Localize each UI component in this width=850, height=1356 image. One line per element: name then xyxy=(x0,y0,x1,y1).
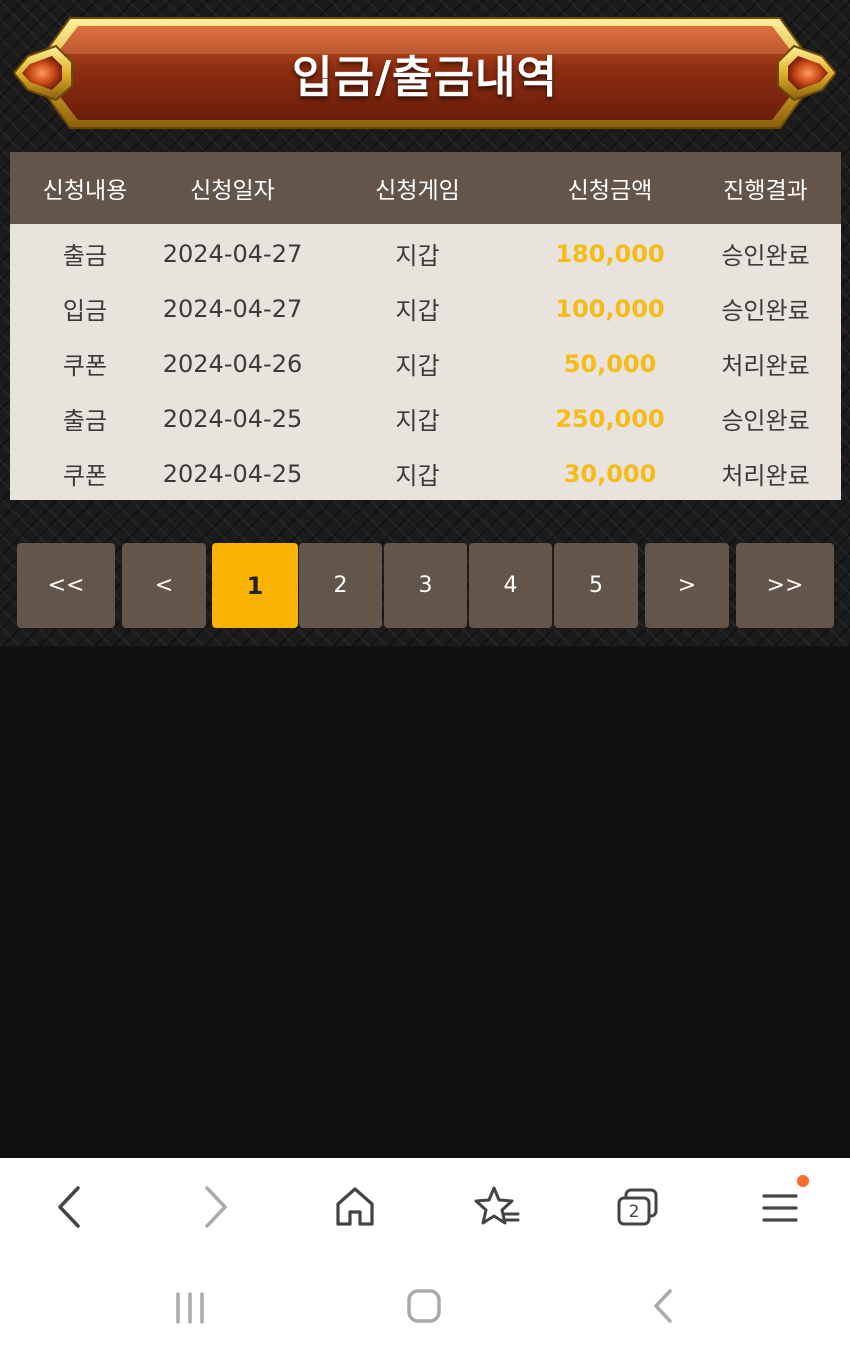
table-row: 쿠폰 2024-04-25 지갑 30,000 처리완료 xyxy=(10,446,841,501)
menu-icon[interactable] xyxy=(758,1188,802,1228)
next-page-button[interactable]: > xyxy=(645,543,729,628)
back-nav-icon[interactable] xyxy=(644,1286,684,1326)
header-amount: 신청금액 xyxy=(567,178,653,204)
cell-type: 출금 xyxy=(62,242,108,270)
header-type: 신청내용 xyxy=(42,178,128,204)
title-banner: 입금/출금내역 xyxy=(14,16,836,130)
header-status: 진행결과 xyxy=(723,178,808,204)
first-page-button[interactable]: << xyxy=(17,543,115,628)
page-button-2[interactable]: 2 xyxy=(299,543,382,628)
cell-amount: 30,000 xyxy=(563,459,657,488)
cell-game: 지갑 xyxy=(395,352,440,380)
tab-count: 2 xyxy=(628,1202,640,1222)
cell-status: 승인완료 xyxy=(721,297,810,325)
page-button-5[interactable]: 5 xyxy=(554,543,638,628)
cell-date: 2024-04-27 xyxy=(162,294,303,323)
cell-amount: 100,000 xyxy=(555,294,665,323)
cell-status: 처리완료 xyxy=(721,352,810,380)
bookmark-star-icon[interactable] xyxy=(472,1184,522,1230)
cell-date: 2024-04-25 xyxy=(162,404,303,433)
recent-apps-icon[interactable] xyxy=(170,1288,210,1328)
cell-date: 2024-04-26 xyxy=(162,349,303,378)
table-body: 출금 2024-04-27 지갑 180,000 승인완료 입금 2024-04… xyxy=(10,224,841,500)
notification-dot xyxy=(797,1175,809,1187)
cell-game: 지갑 xyxy=(395,462,440,490)
table-row: 출금 2024-04-27 지갑 180,000 승인완료 xyxy=(10,226,841,281)
forward-icon[interactable] xyxy=(195,1182,235,1232)
cell-amount: 180,000 xyxy=(555,239,665,268)
cell-amount: 250,000 xyxy=(555,404,665,433)
back-icon[interactable] xyxy=(50,1182,90,1232)
page-button-3[interactable]: 3 xyxy=(384,543,467,628)
cell-type: 입금 xyxy=(62,297,108,325)
table-header: 신청내용 신청일자 신청게임 신청금액 진행결과 xyxy=(10,152,841,224)
home-nav-icon[interactable] xyxy=(404,1286,444,1326)
cell-status: 승인완료 xyxy=(721,242,810,270)
cell-type: 쿠폰 xyxy=(62,352,108,380)
table-row: 출금 2024-04-25 지갑 250,000 승인완료 xyxy=(10,391,841,446)
header-date: 신청일자 xyxy=(190,178,275,204)
cell-game: 지갑 xyxy=(395,297,440,325)
last-page-button[interactable]: >> xyxy=(736,543,834,628)
cell-date: 2024-04-25 xyxy=(162,459,303,488)
tabs-icon[interactable]: 2 xyxy=(614,1186,662,1230)
home-icon[interactable] xyxy=(332,1184,378,1230)
browser-toolbar xyxy=(0,1158,850,1356)
cell-amount: 50,000 xyxy=(563,349,657,378)
cell-status: 승인완료 xyxy=(721,407,810,435)
page-button-4[interactable]: 4 xyxy=(469,543,552,628)
transaction-table: 신청내용 신청일자 신청게임 신청금액 진행결과 출금 2024-04-27 지… xyxy=(10,152,841,500)
table-row: 쿠폰 2024-04-26 지갑 50,000 처리완료 xyxy=(10,336,841,391)
cell-game: 지갑 xyxy=(395,242,440,270)
cell-status: 처리완료 xyxy=(721,462,810,490)
pagination: << < 1 2 3 4 5 > >> xyxy=(0,543,850,628)
prev-page-button[interactable]: < xyxy=(122,543,206,628)
header-game: 신청게임 xyxy=(375,178,460,204)
cell-type: 쿠폰 xyxy=(62,462,108,490)
page-title: 입금/출금내역 xyxy=(292,52,558,103)
cell-game: 지갑 xyxy=(395,407,440,435)
table-row: 입금 2024-04-27 지갑 100,000 승인완료 xyxy=(10,281,841,336)
cell-type: 출금 xyxy=(62,407,108,435)
cell-date: 2024-04-27 xyxy=(162,239,303,268)
page-button-1[interactable]: 1 xyxy=(212,543,298,628)
